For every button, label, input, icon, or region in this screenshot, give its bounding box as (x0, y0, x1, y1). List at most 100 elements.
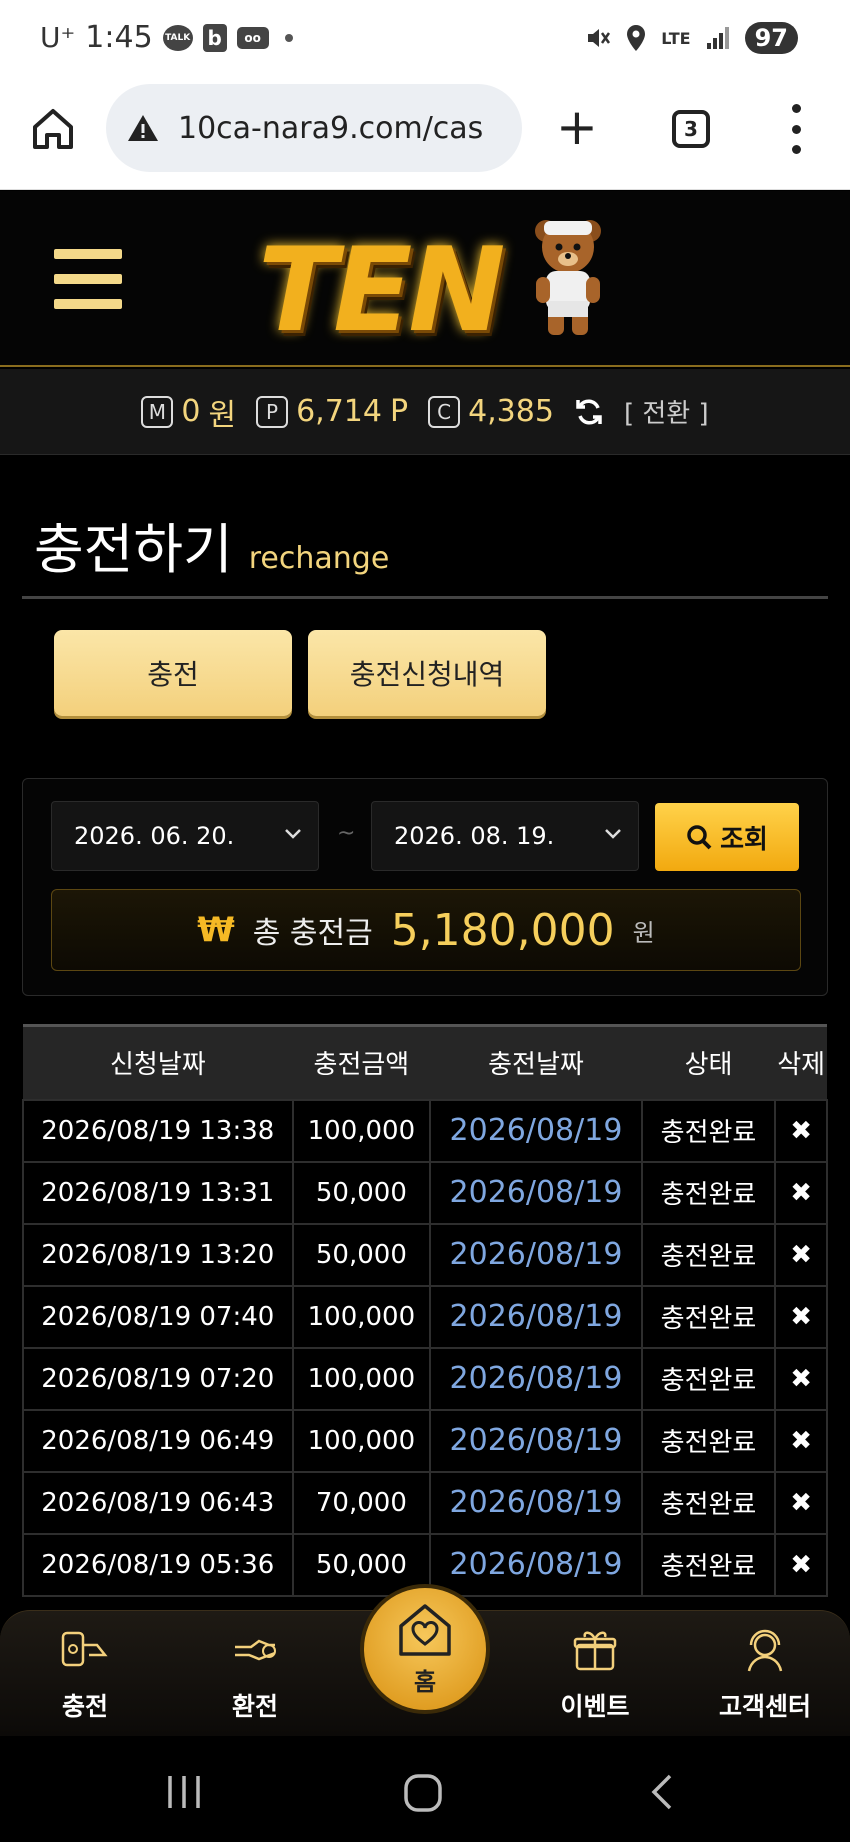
nav-event[interactable]: 이벤트 (520, 1611, 670, 1737)
home-icon[interactable] (30, 106, 76, 152)
column-header-charged: 충전날짜 (430, 1024, 642, 1100)
point-unit: P (389, 394, 409, 429)
delete-icon[interactable]: ✖ (774, 1532, 828, 1597)
point-badge: P (256, 395, 289, 428)
delete-icon[interactable]: ✖ (774, 1098, 828, 1163)
delete-icon[interactable]: ✖ (774, 1346, 828, 1411)
nav-exchange-label: 환전 (231, 1692, 278, 1721)
delete-icon[interactable]: ✖ (774, 1284, 828, 1349)
charged-date-link[interactable]: 2026/08/19 (429, 1346, 643, 1411)
start-date-value: 2026. 06. 20. (74, 822, 235, 850)
battery-indicator: 97 (744, 22, 798, 54)
requested-cell: 2026/08/19 07:20 (22, 1346, 294, 1411)
url-text[interactable]: 10ca-nara9.com/cas (178, 111, 483, 146)
amount-cell: 100,000 (291, 1408, 432, 1473)
status-cell: 충전완료 (640, 1408, 777, 1473)
amount-cell: 50,000 (291, 1222, 432, 1287)
nav-event-label: 이벤트 (560, 1692, 630, 1721)
site-logo[interactable]: TEN (258, 215, 601, 358)
address-bar[interactable]: 10ca-nara9.com/cas (106, 84, 522, 172)
point-balance: P 6,714 P (256, 394, 408, 429)
nav-charge-label: 충전 (61, 1692, 108, 1721)
network-type: LTE (661, 28, 691, 48)
chevron-down-icon (605, 829, 621, 839)
clock: 1:45 (85, 20, 153, 55)
amount-cell: 100,000 (291, 1284, 432, 1349)
requested-cell: 2026/08/19 13:31 (22, 1160, 294, 1225)
table-row: 2026/08/19 06:43 70,000 2026/08/19 충전완료 … (22, 1470, 828, 1535)
table-row: 2026/08/19 06:49 100,000 2026/08/19 충전완료… (22, 1408, 828, 1473)
table-row: 2026/08/19 07:40 100,000 2026/08/19 충전완료… (22, 1284, 828, 1349)
won-icon: ₩ (197, 910, 235, 950)
more-menu-button[interactable] (790, 104, 802, 154)
charged-date-link[interactable]: 2026/08/19 (429, 1160, 643, 1225)
exchange-icon (235, 1639, 276, 1661)
coin-badge: C (428, 395, 461, 428)
new-tab-button[interactable]: + (556, 102, 598, 152)
amount-cell: 100,000 (291, 1098, 432, 1163)
tab-charge-button[interactable]: 충전 (54, 630, 292, 716)
page-title: 충전하기 rechange (34, 505, 389, 584)
requested-cell: 2026/08/19 07:40 (22, 1284, 294, 1349)
charged-date-link[interactable]: 2026/08/19 (429, 1098, 643, 1163)
warning-icon[interactable] (126, 113, 160, 143)
charged-date-link[interactable]: 2026/08/19 (429, 1284, 643, 1349)
nav-exchange[interactable]: 환전 (180, 1611, 330, 1737)
b-notification-icon: b (202, 23, 227, 52)
delete-icon[interactable]: ✖ (774, 1470, 828, 1535)
nav-charge[interactable]: 충전 (10, 1611, 160, 1737)
charged-date-link[interactable]: 2026/08/19 (429, 1408, 643, 1473)
requested-cell: 2026/08/19 06:43 (22, 1470, 294, 1535)
charged-date-link[interactable]: 2026/08/19 (429, 1222, 643, 1287)
requested-cell: 2026/08/19 13:20 (22, 1222, 294, 1287)
money-value: 0 (181, 394, 201, 429)
tab-history-button[interactable]: 충전신청내역 (308, 630, 546, 716)
status-cell: 충전완료 (640, 1470, 777, 1535)
table-header-row: 신청날짜 충전금액 충전날짜 상태 삭제 (23, 1024, 827, 1100)
amount-cell: 50,000 (291, 1160, 432, 1225)
start-date-select[interactable]: 2026. 06. 20. (51, 801, 319, 871)
browser-toolbar: 10ca-nara9.com/cas + 3 (0, 78, 850, 190)
nav-home-label: 홈 (413, 1667, 437, 1696)
search-panel: 2026. 06. 20. ~ 2026. 08. 19. 조회 ₩ 총 충전금… (22, 778, 828, 996)
total-charge-box: ₩ 총 충전금 5,180,000 원 (51, 889, 801, 971)
system-nav-bar (0, 1736, 850, 1842)
points-bar: M 0 원 P 6,714 P C 4,385 [ 전환 ] (0, 369, 850, 455)
recent-apps-icon[interactable] (164, 1772, 204, 1812)
charge-history-table: 신청날짜 충전금액 충전날짜 상태 삭제 2026/08/19 13:38 10… (22, 1024, 828, 1597)
convert-button[interactable]: [ 전환 ] (624, 393, 709, 430)
support-icon (747, 1629, 783, 1672)
status-right: LTE 97 (585, 22, 798, 54)
table-row: 2026/08/19 07:20 100,000 2026/08/19 충전완료… (22, 1346, 828, 1411)
column-header-delete: 삭제 (775, 1024, 827, 1100)
nav-home-button[interactable]: 홈 (360, 1584, 490, 1714)
heart-home-icon (399, 1603, 451, 1656)
delete-icon[interactable]: ✖ (774, 1160, 828, 1225)
chevron-down-icon (285, 829, 301, 839)
status-cell: 충전완료 (640, 1222, 777, 1287)
search-icon (687, 825, 712, 850)
search-button[interactable]: 조회 (655, 803, 799, 871)
requested-cell: 2026/08/19 05:36 (22, 1532, 294, 1597)
hamburger-icon[interactable] (54, 249, 122, 309)
requested-cell: 2026/08/19 06:49 (22, 1408, 294, 1473)
end-date-select[interactable]: 2026. 08. 19. (371, 801, 639, 871)
title-divider (22, 596, 828, 599)
back-icon[interactable] (646, 1772, 676, 1812)
refresh-icon[interactable] (574, 397, 604, 427)
status-left: U⁺ 1:45 TALK b oo (40, 20, 293, 55)
tabs-button[interactable]: 3 (672, 110, 710, 148)
status-cell: 충전완료 (640, 1532, 777, 1597)
charged-date-link[interactable]: 2026/08/19 (429, 1532, 643, 1597)
delete-icon[interactable]: ✖ (774, 1408, 828, 1473)
delete-icon[interactable]: ✖ (774, 1222, 828, 1287)
status-cell: 충전완료 (640, 1098, 777, 1163)
signal-icon (706, 27, 729, 49)
charged-date-link[interactable]: 2026/08/19 (429, 1470, 643, 1535)
nav-support[interactable]: 고객센터 (690, 1611, 840, 1737)
page-title-english: rechange (248, 541, 390, 576)
home-nav-icon[interactable] (402, 1772, 444, 1814)
site-header: TEN (0, 191, 850, 367)
status-cell: 충전완료 (640, 1346, 777, 1411)
more-notifications-dot (284, 33, 293, 42)
